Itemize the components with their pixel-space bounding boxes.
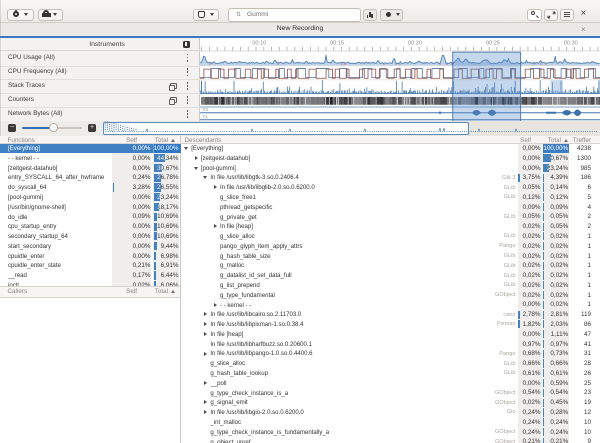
- svg-text:TX: TX: [203, 115, 209, 120]
- svg-text:00:10: 00:10: [252, 41, 266, 47]
- svg-text:00:20: 00:20: [408, 41, 422, 47]
- svg-text:RX: RX: [203, 107, 209, 112]
- svg-text:00:15: 00:15: [330, 41, 344, 47]
- svg-text:00:25: 00:25: [486, 41, 500, 47]
- svg-text:00:30: 00:30: [564, 41, 578, 47]
